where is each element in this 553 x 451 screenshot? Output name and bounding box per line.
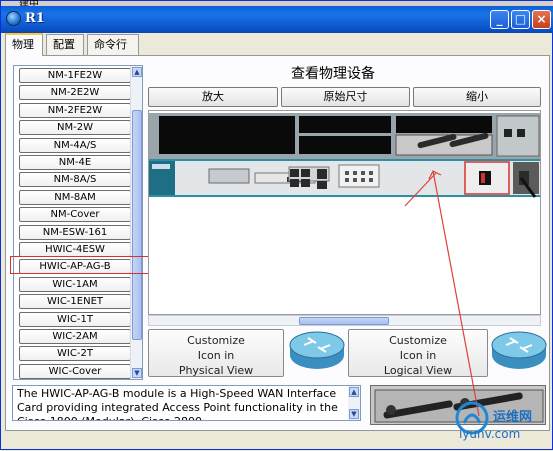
- module-item[interactable]: NM-8AM: [19, 189, 131, 205]
- module-description[interactable]: The HWIC-AP-AG-B module is a High-Speed …: [12, 385, 361, 421]
- router-physical-icon: [289, 331, 345, 369]
- tab-cli[interactable]: 命令行: [87, 34, 139, 55]
- selected-module-highlight: [10, 256, 149, 274]
- customize-physical-line-2: Icon in: [197, 349, 235, 362]
- customize-logical-line-1: Customize: [389, 334, 447, 347]
- module-item[interactable]: NM-4E: [19, 155, 131, 170]
- tab-config[interactable]: 配置: [46, 34, 84, 55]
- horizontal-scroll-thumb[interactable]: [299, 317, 389, 325]
- module-item[interactable]: NM-ESW-161: [19, 224, 131, 240]
- tab-physical[interactable]: 物理: [5, 33, 43, 56]
- module-item[interactable]: WIC-Cover: [19, 363, 131, 379]
- module-item[interactable]: WIC-1AM: [19, 276, 131, 292]
- window-title: R1: [25, 11, 45, 26]
- customize-logical-button[interactable]: Customize Icon in Logical View: [348, 329, 488, 377]
- customize-physical-button[interactable]: Customize Icon in Physical View: [148, 329, 284, 377]
- module-item[interactable]: WIC-1T: [19, 311, 131, 327]
- module-item[interactable]: NM-2FE2W: [19, 102, 131, 118]
- watermark-domain: iyunv.com: [459, 427, 521, 441]
- module-item[interactable]: NM-Cover: [19, 207, 131, 223]
- router-config-window: 建中 R1 _ □ × 物理 配置 命令行 NM-1FE2W NM-2E2W NM-…: [0, 0, 553, 450]
- scroll-down-icon[interactable]: ▼: [132, 368, 142, 378]
- module-item[interactable]: NM-2W: [19, 120, 131, 136]
- original-size-button[interactable]: 原始尺寸: [281, 87, 410, 107]
- watermark-brand: 运维网: [493, 410, 533, 425]
- module-list[interactable]: NM-1FE2W NM-2E2W NM-2FE2W NM-2W NM-4A/S NM-4E…: [13, 65, 143, 380]
- view-horizontal-scrollbar[interactable]: [148, 315, 541, 326]
- customize-physical-line-3: Physical View: [178, 364, 254, 377]
- module-item[interactable]: NM-2E2W: [19, 85, 131, 101]
- module-description-text: The HWIC-AP-AG-B module is a High-Speed …: [17, 387, 338, 420]
- description-scroll-up-icon[interactable]: ▲: [349, 387, 359, 397]
- module-item[interactable]: NM-8A/S: [19, 172, 131, 188]
- module-item[interactable]: HWIC-4ESW: [19, 242, 131, 257]
- customize-physical-line-1: Customize: [187, 334, 245, 347]
- zoom-out-button[interactable]: 缩小: [413, 87, 541, 107]
- minimize-button[interactable]: _: [490, 10, 509, 29]
- customize-logical-line-3: Logical View: [383, 364, 453, 377]
- module-item[interactable]: WIC-2AM: [19, 329, 131, 344]
- description-scrollbar[interactable]: ▲ ▼: [348, 386, 360, 420]
- router-logical-icon: [491, 331, 547, 369]
- router-chassis-image: [149, 113, 540, 198]
- module-item[interactable]: WIC-1ENET: [19, 294, 131, 310]
- module-item[interactable]: WIC-2T: [19, 346, 131, 362]
- scroll-up-icon[interactable]: ▲: [132, 67, 142, 77]
- view-title: 查看物理设备: [291, 66, 375, 82]
- description-scroll-down-icon[interactable]: ▼: [349, 409, 359, 419]
- maximize-button[interactable]: □: [511, 10, 530, 29]
- title-bar[interactable]: R1 _ □ ×: [1, 6, 553, 33]
- module-list-scrollbar[interactable]: ▲ ▼: [130, 66, 142, 379]
- module-item[interactable]: NM-1FE2W: [19, 68, 131, 83]
- window-app-icon: [6, 11, 21, 26]
- customize-logical-line-2: Icon in: [399, 349, 437, 362]
- physical-device-view[interactable]: [148, 110, 541, 315]
- module-item[interactable]: NM-4A/S: [19, 137, 131, 153]
- scroll-thumb[interactable]: [132, 110, 142, 340]
- close-button[interactable]: ×: [532, 10, 551, 29]
- zoom-in-button[interactable]: 放大: [148, 87, 278, 107]
